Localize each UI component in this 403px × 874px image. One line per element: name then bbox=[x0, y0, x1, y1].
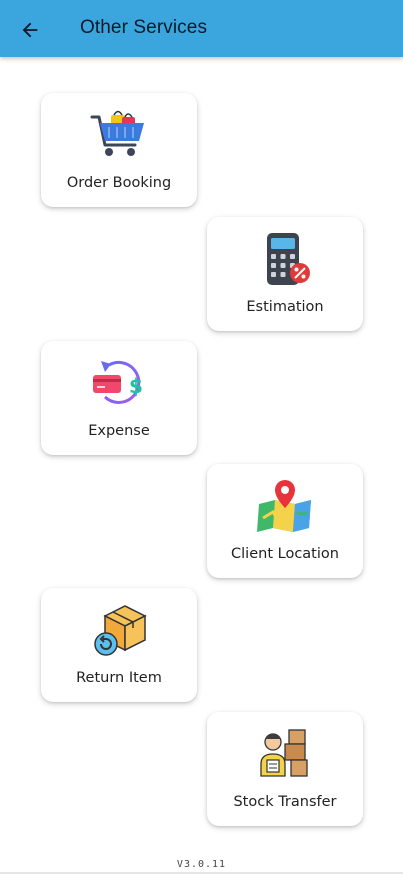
app-bar: Other Services bbox=[0, 0, 403, 57]
service-card-return-item[interactable]: Return Item bbox=[41, 588, 197, 702]
service-label: Estimation bbox=[246, 299, 324, 315]
service-card-stock-transfer[interactable]: Stock Transfer bbox=[207, 712, 363, 826]
svg-text:$: $ bbox=[129, 374, 143, 398]
service-label: Expense bbox=[88, 423, 150, 439]
expense-refund-icon: $ bbox=[93, 360, 143, 404]
service-card-client-location[interactable]: Client Location bbox=[207, 464, 363, 578]
service-card-estimation[interactable]: Estimation bbox=[207, 217, 363, 331]
stock-transfer-icon bbox=[260, 729, 308, 777]
map-location-icon bbox=[257, 480, 311, 532]
service-label: Stock Transfer bbox=[233, 794, 337, 810]
service-card-order-booking[interactable]: Order Booking bbox=[41, 93, 197, 207]
back-button[interactable] bbox=[14, 14, 46, 46]
calculator-icon bbox=[267, 233, 310, 285]
service-label: Client Location bbox=[231, 546, 339, 562]
service-card-expense[interactable]: $ Expense bbox=[41, 341, 197, 455]
service-label: Order Booking bbox=[66, 175, 172, 191]
return-box-icon bbox=[94, 605, 147, 656]
service-label: Return Item bbox=[76, 670, 162, 686]
shopping-cart-icon bbox=[90, 110, 144, 156]
page-title: Other Services bbox=[80, 17, 208, 38]
app-version: V3.0.11 bbox=[176, 859, 227, 870]
arrow-left-icon bbox=[22, 22, 38, 38]
